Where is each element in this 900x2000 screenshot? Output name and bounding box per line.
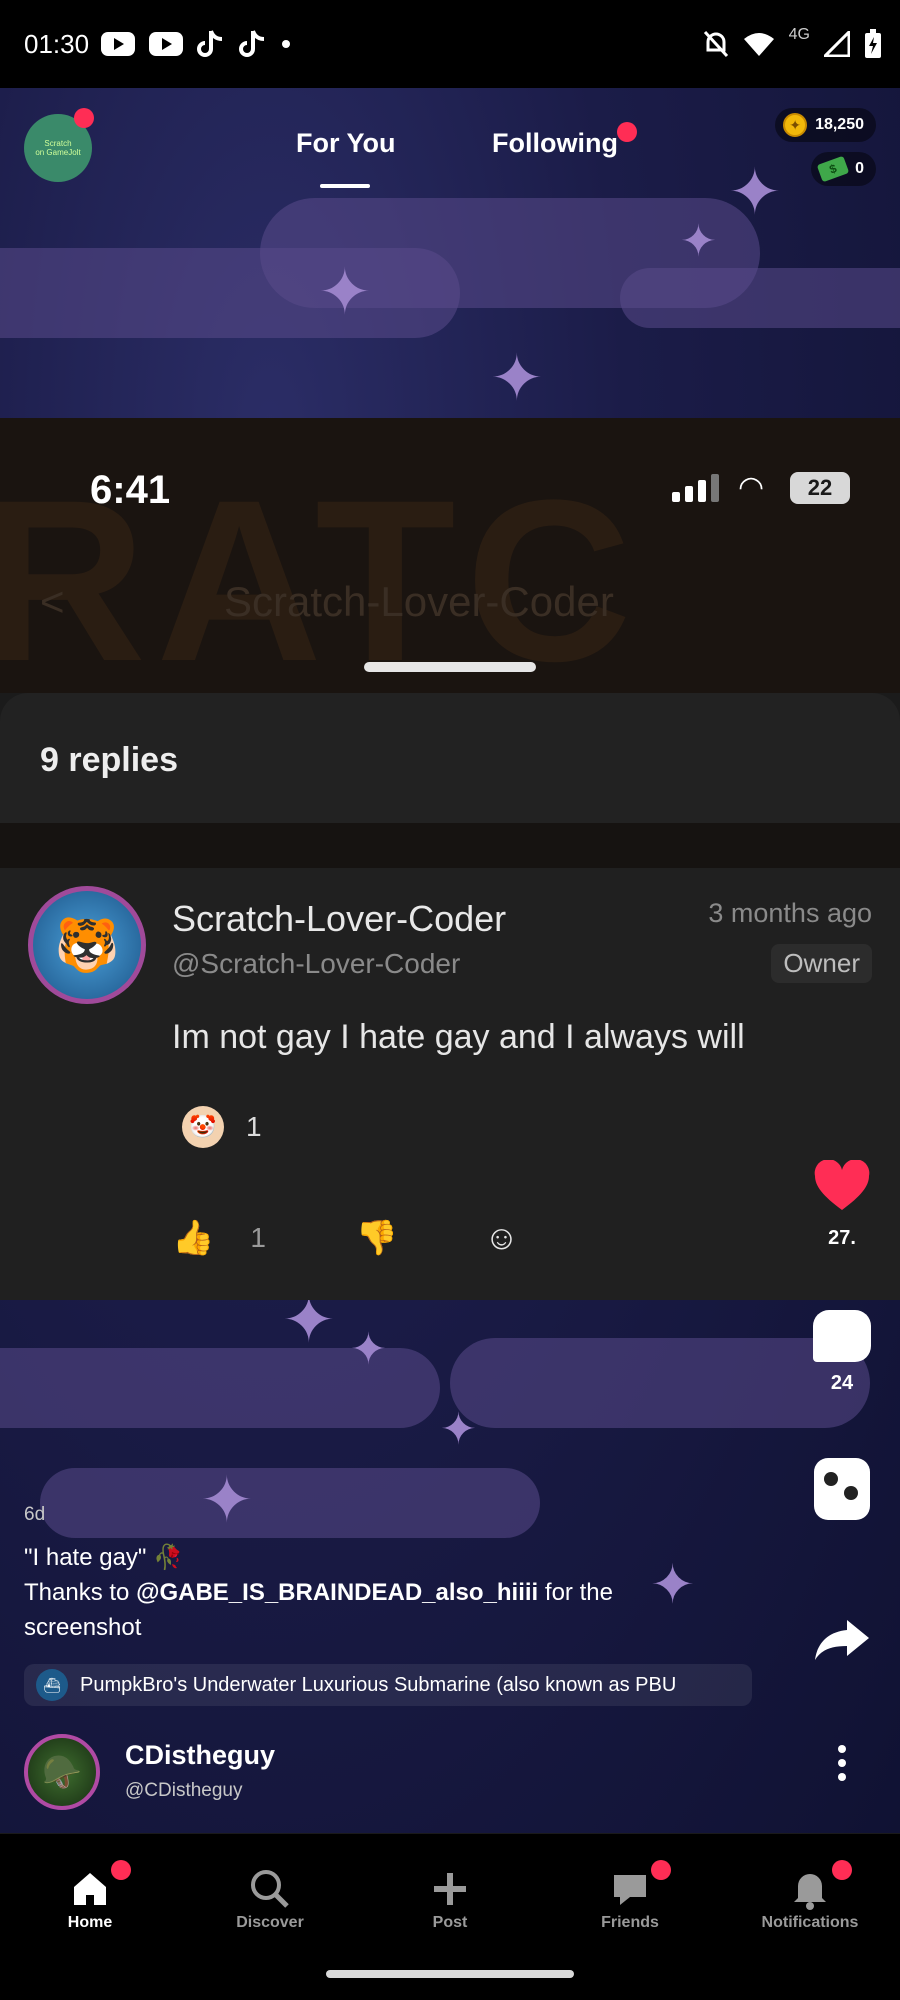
cash-count: 0	[855, 160, 864, 177]
comment-count-label: 24	[830, 1372, 854, 1394]
share-button[interactable]	[810, 1618, 874, 1667]
back-arrow-icon: <	[40, 578, 65, 625]
screenshot-battery: 22	[790, 472, 850, 504]
cash-icon: $	[816, 155, 850, 183]
notifications-dot	[832, 1860, 852, 1880]
caption-mention-link[interactable]: @GABE_IS_BRAINDEAD_also_hiiii	[136, 1579, 538, 1606]
screenshot-wifi-icon: ◠	[738, 471, 765, 504]
thumbs-down-icon: 👎	[355, 1219, 399, 1257]
comment-actions: 👍 1 👎 ☺	[172, 1218, 519, 1258]
remix-button[interactable]	[810, 1458, 874, 1520]
replies-count: 9 replies	[40, 741, 178, 779]
comment-text: Im not gay I hate gay and I always will	[172, 1018, 745, 1056]
like-count-label: 27.	[828, 1227, 856, 1249]
screenshot-phone-time: 6:41	[90, 468, 171, 512]
caption-thanks: Thanks to	[24, 1579, 137, 1606]
sheet-drag-handle	[364, 662, 536, 672]
post-author[interactable]: 🪖 CDistheguy @CDistheguy	[24, 1734, 884, 1814]
more-notifications-dot-icon	[282, 40, 291, 48]
plus-icon	[370, 1864, 530, 1914]
nav-home-label: Home	[67, 1914, 113, 1931]
search-icon	[190, 1864, 350, 1914]
nav-home[interactable]: Home	[10, 1864, 170, 1932]
reaction-count: 1	[246, 1111, 262, 1142]
clown-emoji-icon: 🤡	[182, 1106, 224, 1148]
home-notification-dot	[111, 1860, 131, 1880]
wifi-icon	[743, 33, 774, 56]
gesture-home-bar[interactable]	[326, 1970, 574, 1978]
bell-off-icon	[703, 30, 728, 58]
screenshot-header: RATC < Scratch-Lover-Coder 6:41 ◠ 22	[0, 418, 900, 693]
author-avatar[interactable]: 🪖	[24, 1734, 100, 1810]
commenter-handle: @Scratch-Lover-Coder	[172, 948, 461, 979]
system-icons: 4G	[703, 0, 882, 88]
profile-notification-dot	[74, 108, 94, 128]
home-icon	[10, 1864, 170, 1914]
coin-icon: ✦	[783, 113, 808, 137]
commenter-avatar: 🐯	[28, 886, 146, 1004]
nav-notifications-label: Notifications	[761, 1914, 859, 1931]
battery-icon	[865, 29, 881, 58]
chat-bubble-icon	[550, 1864, 710, 1914]
post-caption: "I hate gay" 🥀 Thanks to @GABE_IS_BRAIND…	[24, 1540, 664, 1645]
sheet-divider	[0, 823, 900, 868]
remix-icon	[814, 1458, 870, 1520]
tab-for-you[interactable]: For You	[296, 128, 396, 159]
caption-quote: "I hate gay"	[24, 1544, 147, 1571]
heart-icon	[814, 1159, 870, 1210]
post-age: 6d	[24, 1504, 46, 1525]
like-button[interactable]: 27.	[810, 1159, 874, 1250]
coin-count: 18,250	[815, 116, 864, 133]
network-type: 4G	[788, 26, 810, 43]
friends-notification-dot	[651, 1860, 671, 1880]
reaction-chip: 🤡 1	[182, 1106, 262, 1148]
owner-badge: Owner	[771, 944, 872, 983]
nav-post-label: Post	[432, 1914, 468, 1931]
nav-notifications[interactable]: Notifications	[730, 1864, 890, 1932]
status-bar: 01:30 4G	[0, 0, 900, 88]
nav-post[interactable]: Post	[370, 1864, 530, 1932]
thumbs-up-icon: 👍	[172, 1219, 215, 1257]
coin-balance[interactable]: ✦ 18,250	[775, 108, 876, 142]
nav-discover-label: Discover	[236, 1914, 304, 1931]
nav-discover[interactable]: Discover	[190, 1864, 350, 1932]
comment-card: 🐯 Scratch-Lover-Coder @Scratch-Lover-Cod…	[0, 868, 900, 1300]
linked-project-chip[interactable]: ⛴ PumpkBro's Underwater Luxurious Submar…	[24, 1664, 752, 1706]
tab-following[interactable]: Following	[492, 128, 618, 159]
tiktok-icon	[197, 30, 223, 57]
like-count: 1	[250, 1222, 266, 1253]
signal-icon	[824, 31, 850, 57]
status-time: 01:30	[24, 28, 90, 59]
youtube-icon	[149, 32, 184, 56]
nav-friends[interactable]: Friends	[550, 1864, 710, 1932]
commenter-name: Scratch-Lover-Coder	[172, 898, 507, 939]
add-reaction-icon: ☺	[484, 1218, 519, 1257]
post-screenshot-image: RATC < Scratch-Lover-Coder 6:41 ◠ 22 9 r…	[0, 418, 900, 1300]
comments-button[interactable]: 24	[810, 1310, 874, 1395]
rose-emoji-icon: 🥀	[153, 1544, 184, 1571]
nav-friends-label: Friends	[601, 1914, 659, 1931]
comment-bubble-icon	[813, 1310, 871, 1362]
top-navigation: Scratch on GameJolt For You Following ✦ 1…	[0, 88, 900, 208]
screenshot-signal-icon	[672, 474, 719, 502]
replies-sheet-header: 9 replies	[0, 693, 900, 823]
comment-time: 3 months ago	[708, 898, 872, 928]
share-arrow-icon	[815, 1620, 869, 1660]
submarine-icon: ⛴	[36, 1669, 68, 1701]
active-tab-indicator	[320, 184, 370, 188]
author-name[interactable]: CDistheguy	[125, 1740, 275, 1771]
notification-icons	[101, 29, 291, 59]
author-handle: @CDistheguy	[125, 1780, 243, 1801]
youtube-icon	[101, 32, 136, 56]
cash-balance[interactable]: $ 0	[811, 152, 876, 186]
screenshot-page-title: Scratch-Lover-Coder	[224, 578, 614, 625]
project-title: PumpkBro's Underwater Luxurious Submarin…	[80, 1673, 677, 1696]
following-notification-dot	[617, 122, 637, 142]
tiktok-icon	[239, 30, 265, 57]
bell-icon	[730, 1864, 890, 1914]
